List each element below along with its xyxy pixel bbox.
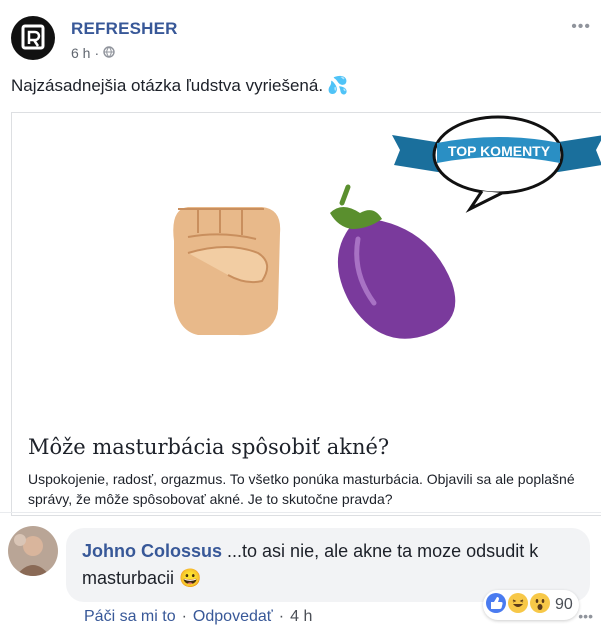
wow-reaction-icon — [529, 592, 551, 619]
post-text: Najzásadnejšia otázka ľudstva vyriešená.… — [11, 76, 348, 96]
post-meta: 6 h · — [71, 45, 115, 61]
link-card-description: Uspokojenie, radosť, orgazmus. To všetko… — [28, 471, 575, 507]
link-card[interactable]: TOP KOMENTY Môže masturbácia spôsobiť ak… — [11, 112, 601, 516]
fist-icon — [173, 207, 281, 336]
like-reaction-icon — [485, 592, 507, 619]
comment-author[interactable]: Johno Colossus — [82, 541, 222, 561]
actions-separator: · — [278, 608, 285, 625]
smile-icon: 😀 — [179, 568, 202, 588]
reactions-summary[interactable]: 90 — [483, 590, 579, 620]
meta-separator: · — [94, 45, 100, 61]
comment-text: Johno Colossus ...to asi nie, ale akne t… — [82, 538, 582, 592]
link-card-image[interactable]: TOP KOMENTY — [12, 113, 601, 423]
divider — [0, 512, 601, 513]
link-card-title[interactable]: Môže masturbácia spôsobiť akné? — [28, 435, 389, 459]
sweat-drops-icon: 💦 — [327, 76, 349, 95]
post-header: REFRESHER 6 h · ••• — [11, 12, 591, 62]
eggplant-icon — [330, 184, 456, 339]
haha-reaction-icon — [507, 592, 529, 619]
comment-actions: Páči sa mi to · Odpovedať · 4 h — [84, 608, 312, 626]
page-name[interactable]: REFRESHER — [71, 19, 178, 39]
more-icon[interactable]: ••• — [578, 608, 593, 624]
like-link[interactable]: Páči sa mi to — [84, 608, 176, 626]
top-komenty-badge: TOP KOMENTY — [392, 115, 601, 213]
more-icon[interactable]: ••• — [571, 18, 591, 36]
post-text-content: Najzásadnejšia otázka ľudstva vyriešená. — [11, 76, 324, 95]
globe-icon — [103, 45, 115, 61]
badge-text: TOP KOMENTY — [448, 143, 551, 159]
post-time[interactable]: 6 h — [71, 45, 90, 61]
avatar[interactable] — [8, 526, 58, 576]
comment-time[interactable]: 4 h — [290, 608, 312, 626]
refresher-logo-icon[interactable] — [11, 16, 55, 60]
reply-link[interactable]: Odpovedať — [193, 608, 273, 626]
reaction-count: 90 — [555, 596, 573, 613]
actions-separator: · — [181, 608, 187, 625]
